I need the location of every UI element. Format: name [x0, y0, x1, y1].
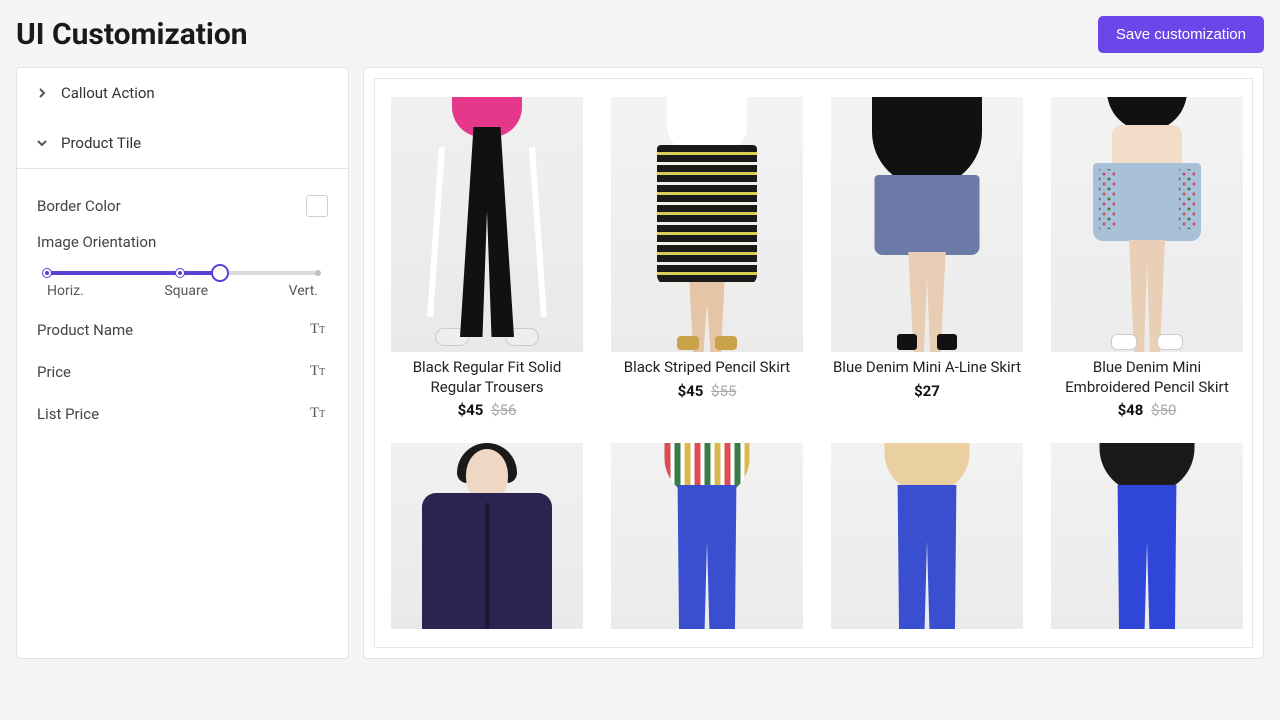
preview-panel: Black Regular Fit Solid Regular Trousers… [363, 67, 1264, 659]
product-image [611, 443, 803, 629]
control-border-color: Border Color [37, 183, 328, 229]
product-price: $27 [914, 382, 940, 400]
product-image [831, 97, 1023, 352]
product-price: $45 [458, 401, 484, 419]
control-label: Price [37, 363, 71, 381]
save-customization-button[interactable]: Save customization [1098, 16, 1264, 53]
chevron-down-icon [35, 136, 49, 150]
product-tile[interactable] [831, 443, 1023, 629]
section-label: Product Tile [61, 134, 141, 152]
product-prices: $27 [914, 382, 940, 400]
product-tile[interactable]: Black Regular Fit Solid Regular Trousers… [391, 97, 583, 419]
slider-label-square: Square [164, 283, 208, 299]
product-image [611, 97, 803, 352]
section-label: Callout Action [61, 84, 155, 102]
product-price: $45 [678, 382, 704, 400]
product-prices: $48 $50 [1118, 401, 1177, 419]
product-name: Blue Denim Mini A-Line Skirt [833, 358, 1021, 378]
slider-label-vert: Vert. [289, 283, 318, 299]
slider-label-horiz: Horiz. [47, 283, 84, 299]
control-label: List Price [37, 405, 99, 423]
product-image [831, 443, 1023, 629]
product-image [391, 443, 583, 629]
product-list-price: $56 [491, 401, 516, 419]
orientation-slider[interactable] [47, 271, 318, 275]
product-prices: $45 $56 [458, 401, 517, 419]
product-name: Blue Denim Mini Embroidered Pencil Skirt [1051, 358, 1243, 397]
product-price: $48 [1118, 401, 1144, 419]
typography-icon: TT [310, 321, 328, 339]
product-tile[interactable] [391, 443, 583, 629]
product-tile[interactable] [1051, 443, 1243, 629]
product-tile[interactable]: Blue Denim Mini A-Line Skirt $27 [831, 97, 1023, 419]
product-tile[interactable]: Blue Denim Mini Embroidered Pencil Skirt… [1051, 97, 1243, 419]
product-list-price: $55 [711, 382, 736, 400]
chevron-right-icon [35, 86, 49, 100]
section-product-tile[interactable]: Product Tile [17, 118, 348, 168]
product-name: Black Striped Pencil Skirt [624, 358, 790, 378]
control-product-name[interactable]: Product Name TT [37, 309, 328, 351]
control-list-price[interactable]: List Price TT [37, 393, 328, 435]
control-label: Product Name [37, 321, 133, 339]
product-image [1051, 443, 1243, 629]
page-title: UI Customization [16, 17, 248, 52]
product-image [391, 97, 583, 352]
product-name: Black Regular Fit Solid Regular Trousers [391, 358, 583, 397]
typography-icon: TT [310, 405, 328, 423]
product-prices: $45 $55 [678, 382, 737, 400]
typography-icon: TT [310, 363, 328, 381]
product-tile[interactable] [611, 443, 803, 629]
settings-sidebar: Callout Action Product Tile Border Color… [16, 67, 349, 659]
control-price[interactable]: Price TT [37, 351, 328, 393]
control-label: Border Color [37, 197, 121, 215]
product-tile[interactable]: Black Striped Pencil Skirt $45 $55 [611, 97, 803, 419]
product-list-price: $50 [1151, 401, 1176, 419]
control-label: Image Orientation [37, 233, 328, 251]
product-image [1051, 97, 1243, 352]
border-color-swatch[interactable] [306, 195, 328, 217]
section-callout-action[interactable]: Callout Action [17, 68, 348, 118]
